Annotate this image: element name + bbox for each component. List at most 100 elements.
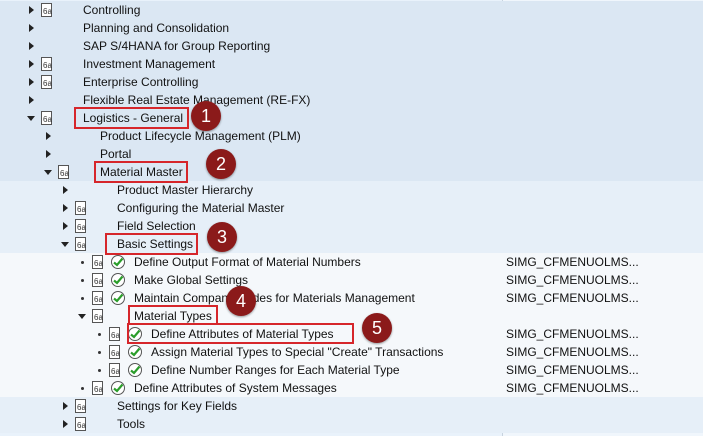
documentation-icon[interactable]: 6a: [91, 255, 105, 269]
leaf-bullet-icon: [98, 351, 101, 354]
expand-arrow-icon[interactable]: [29, 42, 34, 50]
expand-arrow-icon[interactable]: [29, 96, 34, 104]
tree-node-enterprise-controlling[interactable]: 6a Enterprise Controlling: [0, 73, 703, 91]
technical-name: SIMG_CFMENUOLMS...: [506, 291, 639, 305]
documentation-icon[interactable]: 6a: [74, 399, 88, 413]
documentation-icon[interactable]: 6a: [74, 237, 88, 251]
tree-node-label: Maintain Company Codes for Materials Man…: [134, 291, 415, 305]
expand-arrow-icon[interactable]: [29, 60, 34, 68]
tree-node-group-reporting[interactable]: SAP S/4HANA for Group Reporting: [0, 37, 703, 55]
tree-activity-number-ranges[interactable]: 6a Define Number Ranges for Each Materia…: [0, 361, 703, 379]
documentation-icon[interactable]: 6a: [40, 111, 54, 125]
execute-activity-icon[interactable]: [127, 344, 143, 360]
svg-text:6a: 6a: [94, 295, 103, 304]
documentation-icon[interactable]: 6a: [108, 363, 122, 377]
documentation-icon[interactable]: 6a: [74, 201, 88, 215]
expand-arrow-icon[interactable]: [29, 24, 34, 32]
tree-node-settings-key-fields[interactable]: 6a Settings for Key Fields: [0, 397, 703, 415]
documentation-icon[interactable]: 6a: [40, 57, 54, 71]
step-badge-3: 3: [207, 222, 237, 252]
highlight-box-basic-settings: [105, 233, 198, 255]
highlight-box-material-types: [128, 305, 218, 325]
execute-activity-icon[interactable]: [110, 254, 126, 270]
documentation-icon[interactable]: 6a: [91, 273, 105, 287]
svg-text:6a: 6a: [43, 7, 52, 16]
documentation-icon[interactable]: 6a: [91, 381, 105, 395]
expand-arrow-icon[interactable]: [63, 402, 68, 410]
leaf-bullet-icon: [81, 387, 84, 390]
svg-text:6a: 6a: [77, 223, 86, 232]
documentation-icon[interactable]: 6a: [40, 3, 54, 17]
tree-node-label: Field Selection: [117, 219, 196, 233]
step-badge-4: 4: [226, 286, 256, 316]
tree-node-label: Define Attributes of System Messages: [134, 381, 337, 395]
collapse-arrow-icon[interactable]: [27, 116, 35, 121]
leaf-bullet-icon: [81, 279, 84, 282]
technical-name: SIMG_CFMENUOLMS...: [506, 363, 639, 377]
svg-text:6a: 6a: [94, 313, 103, 322]
svg-text:6a: 6a: [94, 277, 103, 286]
expand-arrow-icon[interactable]: [63, 204, 68, 212]
svg-text:6a: 6a: [43, 115, 52, 124]
svg-text:6a: 6a: [60, 169, 69, 178]
tree-activity-output-format[interactable]: 6a Define Output Format of Material Numb…: [0, 253, 703, 271]
svg-text:6a: 6a: [111, 331, 120, 340]
tree-activity-system-messages[interactable]: 6a Define Attributes of System Messages …: [0, 379, 703, 397]
tree-activity-assign-material-types[interactable]: 6a Assign Material Types to Special "Cre…: [0, 343, 703, 361]
highlight-box-logistics-general: [74, 107, 189, 129]
documentation-icon[interactable]: 6a: [91, 309, 105, 323]
execute-activity-icon[interactable]: [110, 380, 126, 396]
documentation-icon[interactable]: 6a: [57, 165, 71, 179]
svg-text:6a: 6a: [77, 421, 86, 430]
tree-activity-global-settings[interactable]: 6a Make Global Settings SIMG_CFMENUOLMS.…: [0, 271, 703, 289]
tree-node-label: Product Master Hierarchy: [117, 183, 254, 197]
leaf-bullet-icon: [81, 261, 84, 264]
svg-text:6a: 6a: [77, 403, 86, 412]
collapse-arrow-icon[interactable]: [78, 314, 86, 319]
svg-text:6a: 6a: [111, 367, 120, 376]
step-badge-2: 2: [206, 149, 236, 179]
tree-node-label: Product Lifecycle Management (PLM): [100, 129, 301, 143]
expand-arrow-icon[interactable]: [63, 186, 68, 194]
tree-node-tools[interactable]: 6a Tools: [0, 415, 703, 433]
tree-node-investment-management[interactable]: 6a Investment Management: [0, 55, 703, 73]
collapse-arrow-icon[interactable]: [44, 170, 52, 175]
execute-activity-icon[interactable]: [127, 362, 143, 378]
tree-node-planning-consolidation[interactable]: Planning and Consolidation: [0, 19, 703, 37]
documentation-icon[interactable]: 6a: [108, 327, 122, 341]
documentation-icon[interactable]: 6a: [91, 291, 105, 305]
tree-node-configuring-material-master[interactable]: 6a Configuring the Material Master: [0, 199, 703, 217]
tree-node-label: SAP S/4HANA for Group Reporting: [83, 39, 271, 53]
documentation-icon[interactable]: 6a: [74, 417, 88, 431]
leaf-bullet-icon: [98, 333, 101, 336]
collapse-arrow-icon[interactable]: [61, 242, 69, 247]
expand-arrow-icon[interactable]: [29, 78, 34, 86]
tree-node-plm[interactable]: Product Lifecycle Management (PLM): [0, 127, 703, 145]
tree-node-label: Define Number Ranges for Each Material T…: [151, 363, 400, 377]
documentation-icon[interactable]: 6a: [108, 345, 122, 359]
leaf-bullet-icon: [81, 297, 84, 300]
tree-node-controlling[interactable]: 6a Controlling: [0, 1, 703, 19]
expand-arrow-icon[interactable]: [46, 132, 51, 140]
tree-node-label: Enterprise Controlling: [83, 75, 199, 89]
img-structure-tree: 6a Controlling Planning and Consolidatio…: [0, 0, 703, 436]
execute-activity-icon[interactable]: [110, 272, 126, 288]
technical-name: SIMG_CFMENUOLMS...: [506, 255, 639, 269]
highlight-box-material-master: [94, 161, 188, 183]
documentation-icon[interactable]: 6a: [40, 75, 54, 89]
tree-activity-company-codes[interactable]: 6a Maintain Company Codes for Materials …: [0, 289, 703, 307]
expand-arrow-icon[interactable]: [29, 6, 34, 14]
technical-name: SIMG_CFMENUOLMS...: [506, 273, 639, 287]
svg-text:6a: 6a: [77, 241, 86, 250]
execute-activity-icon[interactable]: [110, 290, 126, 306]
highlight-box-define-attributes: [127, 323, 354, 344]
tree-node-label: Investment Management: [83, 57, 216, 71]
tree-node-label: Controlling: [83, 3, 141, 17]
expand-arrow-icon[interactable]: [46, 150, 51, 158]
expand-arrow-icon[interactable]: [63, 420, 68, 428]
documentation-icon[interactable]: 6a: [74, 219, 88, 233]
expand-arrow-icon[interactable]: [63, 222, 68, 230]
tree-node-product-master-hierarchy[interactable]: Product Master Hierarchy: [0, 181, 703, 199]
svg-text:6a: 6a: [43, 79, 52, 88]
tree-node-label: Define Output Format of Material Numbers: [134, 255, 361, 269]
